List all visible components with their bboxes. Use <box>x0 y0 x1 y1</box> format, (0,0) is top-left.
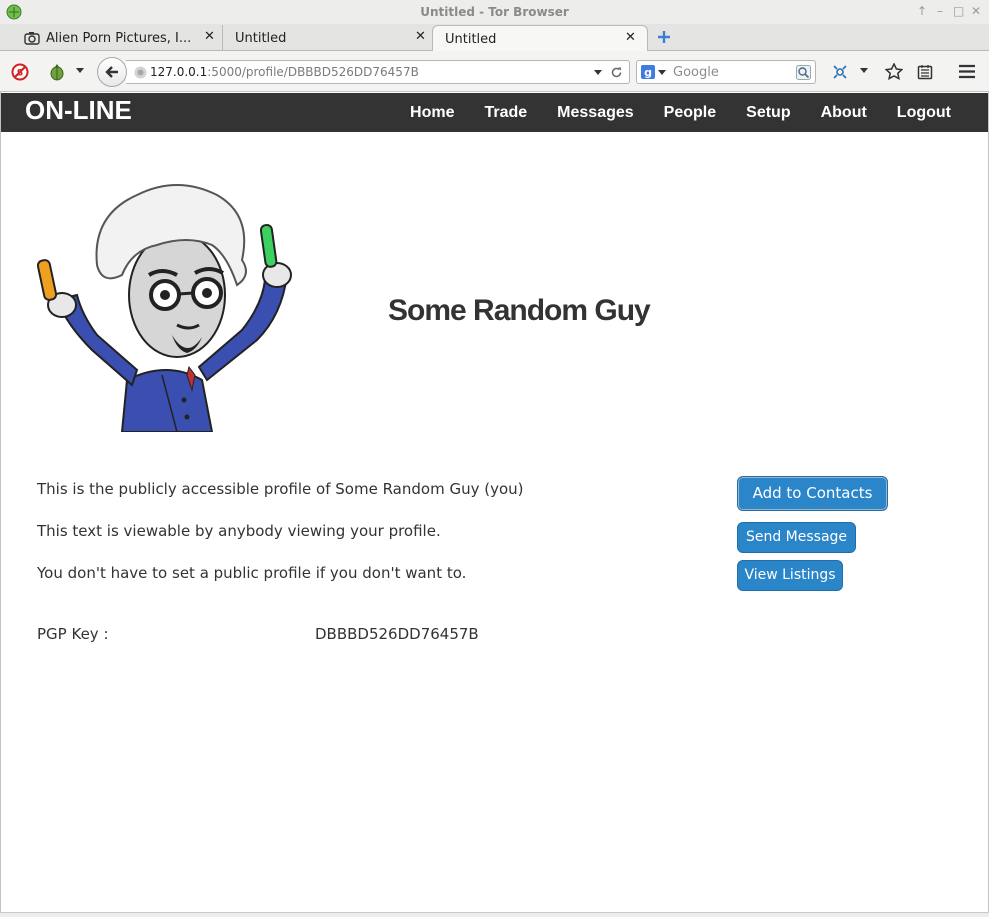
bookmark-star-icon[interactable] <box>885 63 903 80</box>
nav-people-link[interactable]: People <box>664 104 716 122</box>
window-minimize-button[interactable]: – <box>935 4 945 18</box>
send-message-button[interactable]: Send Message <box>737 522 856 553</box>
view-listings-button[interactable]: View Listings <box>737 560 843 591</box>
new-tab-plus-icon[interactable] <box>656 29 672 45</box>
back-arrow-icon <box>105 66 118 78</box>
window-titlebar: Untitled - Tor Browser ↑ – □ ✕ <box>0 0 989 24</box>
tab-2[interactable]: Untitled ✕ <box>222 25 432 51</box>
nav-about-link[interactable]: About <box>821 104 867 122</box>
site-logo[interactable]: ON-LINE <box>25 95 132 126</box>
tab-3-close-icon[interactable]: ✕ <box>625 30 636 45</box>
nav-home-link[interactable]: Home <box>410 104 454 122</box>
search-engine-chevron-down-icon[interactable] <box>658 70 666 76</box>
site-identity-icon[interactable] <box>134 66 147 79</box>
tab-3-active[interactable]: Untitled ✕ <box>432 25 648 52</box>
search-icon[interactable] <box>796 65 811 80</box>
reload-icon[interactable] <box>610 66 623 79</box>
noscript-icon[interactable]: S <box>11 63 29 81</box>
search-input[interactable]: Google <box>673 65 719 80</box>
url-text[interactable]: 127.0.0.1:5000/profile/DBBBD526DD76457B <box>150 65 419 79</box>
url-history-chevron-down-icon[interactable] <box>593 69 603 77</box>
window-title: Untitled - Tor Browser <box>420 5 569 19</box>
camera-icon <box>24 32 40 45</box>
bio-line-3: You don't have to set a public profile i… <box>37 564 467 582</box>
tab-1-close-icon[interactable]: ✕ <box>204 29 215 44</box>
search-bar[interactable]: g Google <box>636 60 816 84</box>
nav-toolbar: S 127.0.0.1:5000/profile/DBBBD526DD76457… <box>0 51 989 92</box>
url-path: :5000/profile/DBBBD526DD76457B <box>207 65 419 79</box>
url-bar[interactable]: 127.0.0.1:5000/profile/DBBBD526DD76457B <box>126 60 630 84</box>
pgp-key-value: DBBBD526DD76457B <box>315 625 479 643</box>
tor-onion-icon[interactable] <box>48 63 66 81</box>
back-button[interactable] <box>97 57 127 87</box>
tab-3-label: Untitled <box>445 32 497 47</box>
nav-logout-link[interactable]: Logout <box>897 104 951 122</box>
svg-text:g: g <box>644 66 652 79</box>
site-nav: Home Trade Messages People Setup About L… <box>410 104 951 122</box>
tab-2-label: Untitled <box>235 31 287 46</box>
page-border-left <box>0 92 1 917</box>
tab-1[interactable]: Alien Porn Pictures, I... ✕ <box>14 25 222 51</box>
window-maximize-button[interactable]: □ <box>953 4 964 18</box>
tab-strip: Alien Porn Pictures, I... ✕ Untitled ✕ U… <box>0 24 989 52</box>
url-host: 127.0.0.1 <box>150 65 208 79</box>
hamburger-menu-icon[interactable] <box>958 64 976 79</box>
bio-line-2: This text is viewable by anybody viewing… <box>37 522 441 540</box>
tor-menu-chevron-down-icon[interactable] <box>75 67 85 75</box>
google-engine-icon[interactable]: g <box>641 65 655 79</box>
site-header: ON-LINE Home Trade Messages People Setup… <box>1 93 988 132</box>
addon-chevron-down-icon[interactable] <box>859 67 869 75</box>
profile-avatar <box>37 184 292 432</box>
window-close-button[interactable]: ✕ <box>971 4 981 18</box>
window-up-icon[interactable]: ↑ <box>917 4 927 18</box>
nav-messages-link[interactable]: Messages <box>557 104 634 122</box>
status-strip <box>0 912 989 917</box>
nav-trade-link[interactable]: Trade <box>484 104 527 122</box>
https-everywhere-icon[interactable] <box>832 64 849 80</box>
reading-list-icon[interactable] <box>917 64 933 80</box>
pgp-key-label: PGP Key : <box>37 625 109 643</box>
profile-name: Some Random Guy <box>388 294 651 327</box>
add-to-contacts-button[interactable]: Add to Contacts <box>737 476 888 511</box>
tab-2-close-icon[interactable]: ✕ <box>415 29 426 44</box>
nav-setup-link[interactable]: Setup <box>746 104 790 122</box>
bio-line-1: This is the publicly accessible profile … <box>37 480 524 498</box>
tab-1-label: Alien Porn Pictures, I... <box>46 31 192 46</box>
